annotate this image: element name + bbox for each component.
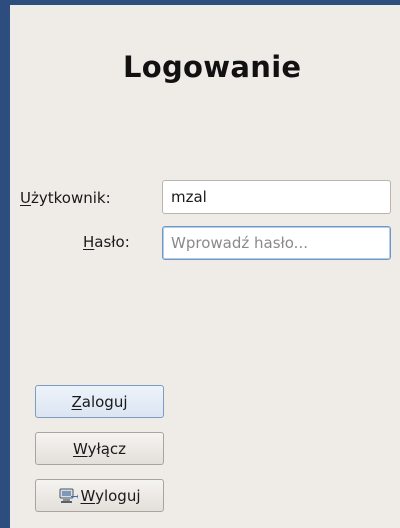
login-button-mnemonic: Z	[71, 392, 82, 411]
password-input[interactable]	[162, 226, 391, 260]
shutdown-button-label: yłącz	[87, 439, 127, 458]
page-title: Logowanie	[123, 50, 302, 84]
username-input[interactable]	[162, 180, 391, 214]
password-label-mnemonic: H	[83, 233, 95, 251]
shutdown-button[interactable]: Wyłącz	[35, 432, 164, 465]
username-label: Użytkownik:	[20, 189, 111, 207]
window-frame-left	[0, 0, 10, 528]
logout-button[interactable]: Wyloguj	[35, 479, 164, 512]
password-label: Hasło:	[83, 233, 130, 251]
login-button-label: aloguj	[81, 392, 128, 411]
logout-button-label: yloguj	[95, 486, 141, 505]
username-label-text: żytkownik:	[30, 189, 111, 207]
shutdown-button-mnemonic: W	[72, 439, 88, 458]
password-label-text: asło:	[94, 233, 130, 251]
login-button[interactable]: Zaloguj	[35, 385, 164, 418]
logout-icon	[59, 488, 78, 503]
username-label-mnemonic: U	[20, 189, 31, 207]
logout-button-mnemonic: W	[80, 486, 96, 505]
